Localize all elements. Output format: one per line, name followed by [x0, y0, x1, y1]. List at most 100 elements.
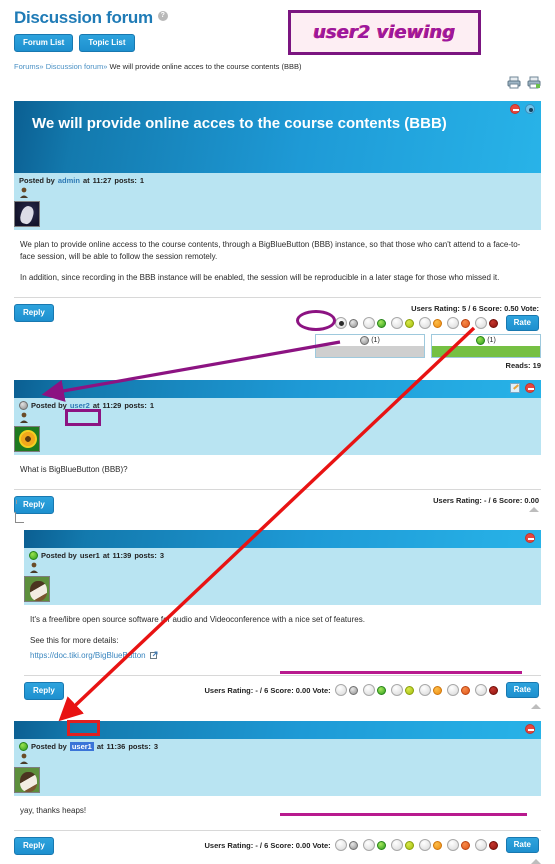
reply-rating-text: Users Rating: - / 6 Score: 0.00 Vote: [204, 840, 331, 850]
vote-radio-5[interactable] [474, 317, 487, 329]
reply-paragraph-1: It's a free/libre open source software f… [30, 615, 365, 624]
vote-radio-1[interactable] [362, 317, 375, 329]
forum-page: Discussion forum ? Forum List Topic List… [0, 0, 555, 864]
vote-radio-3[interactable] [418, 317, 431, 329]
reply-button[interactable]: Reply [24, 682, 64, 700]
posts-label: posts: [124, 401, 147, 410]
at-label: at [82, 176, 90, 185]
collapse-triangle-icon[interactable] [529, 507, 539, 512]
vote-radio-5[interactable] [474, 839, 487, 851]
reply-footer: Reply Users Rating: - / 6 Score: 0.00 Vo… [14, 831, 541, 857]
reply-header [14, 380, 541, 398]
topic-rating-text: Users Rating: 5 / 6 Score: 0.50 Vote: [411, 304, 539, 313]
reply-time: 11:29 [102, 401, 122, 410]
face-red-orange-icon [460, 318, 470, 328]
delete-icon[interactable] [525, 724, 535, 734]
histogram-bucket-gray: (1) [315, 334, 425, 358]
thread-indent-marker [15, 512, 24, 523]
reply-body: yay, thanks heaps! [14, 796, 541, 823]
reply-header-icons [525, 533, 535, 543]
topic-post: We will provide online acces to the cour… [14, 101, 541, 370]
breadcrumb-sep-2: » [103, 62, 108, 71]
avatar [14, 426, 40, 452]
collapse-triangle-icon[interactable] [531, 704, 541, 709]
topic-meta-line: Posted by admin at 11:27 posts: 1 [19, 176, 486, 185]
reply-meta-line: Posted by user1 at 11:36 posts: 3 [19, 742, 486, 751]
reply-time: 11:39 [112, 551, 132, 560]
breadcrumb-forums[interactable]: Forums [14, 62, 39, 71]
delete-icon[interactable] [525, 383, 535, 393]
face-green-icon [376, 685, 386, 695]
forum-list-button[interactable]: Forum List [14, 34, 74, 52]
external-link-icon[interactable] [149, 651, 158, 659]
rate-button[interactable]: Rate [505, 837, 539, 853]
reply-footer: Reply Users Rating: - / 6 Score: 0.00 Vo… [24, 676, 541, 702]
histogram-bucket-green: (1) [431, 334, 541, 358]
posted-by-label: Posted by [31, 742, 67, 751]
face-orange-icon [432, 318, 442, 328]
edit-icon[interactable] [510, 383, 520, 393]
vote-radio-3[interactable] [418, 839, 431, 851]
watch-eye-icon[interactable] [525, 104, 535, 114]
topic-body: We plan to provide online access to the … [14, 230, 541, 290]
avatar [14, 767, 40, 793]
face-gray-icon [360, 336, 370, 345]
reply-post: Posted by user2 at 11:29 posts: 1 What i… [14, 380, 541, 516]
user-badge-icon [20, 753, 28, 764]
delete-icon[interactable] [510, 104, 520, 114]
face-dark-red-icon [488, 840, 498, 850]
vote-radio-1[interactable] [362, 684, 375, 696]
face-gray-icon [348, 685, 358, 695]
page-title: Discussion forum [14, 8, 153, 27]
reply-post-count: 3 [153, 742, 158, 751]
face-orange-icon [432, 685, 442, 695]
topic-author-link[interactable]: admin [58, 176, 80, 185]
reply-post: Posted by user1 at 11:36 posts: 3 yay, t… [14, 721, 541, 864]
topic-time: 11:27 [92, 176, 112, 185]
reply-author[interactable]: user1 [69, 742, 94, 751]
vote-radio-2[interactable] [390, 317, 403, 329]
rate-button[interactable]: Rate [505, 682, 539, 698]
reply-author[interactable]: user1 [80, 551, 100, 560]
at-label: at [92, 401, 100, 410]
collapse-triangle-icon[interactable] [531, 859, 541, 864]
annotation-user2-viewing: user2 viewing [288, 10, 481, 55]
face-gray-icon [348, 840, 358, 850]
vote-radio-4[interactable] [446, 684, 459, 696]
reply-meta: Posted by user2 at 11:29 posts: 1 [14, 398, 541, 455]
face-green-icon [376, 318, 386, 328]
reply-button[interactable]: Reply [14, 837, 54, 855]
reply-button[interactable]: Reply [14, 304, 54, 322]
reply-author-link[interactable]: user2 [70, 401, 90, 410]
topic-vote-widget: Rate [334, 315, 539, 331]
vote-radio-5[interactable] [474, 684, 487, 696]
reply-rating-text: Users Rating: - / 6 Score: 0.00 [433, 496, 539, 505]
vote-radio-4[interactable] [446, 317, 459, 329]
topic-header-icons [510, 104, 535, 114]
vote-radio-4[interactable] [446, 839, 459, 851]
reply-body: It's a free/libre open source software f… [24, 605, 541, 668]
at-label: at [96, 742, 104, 751]
face-yellow-green-icon [404, 685, 414, 695]
reply-rating-text: Users Rating: - / 6 Score: 0.00 Vote: [204, 685, 331, 695]
reply-vote-widget: Rate [334, 682, 539, 698]
print-to-pdf-icon[interactable] [527, 76, 541, 89]
histogram-count-green: (1) [487, 337, 496, 344]
print-icon[interactable] [507, 76, 521, 89]
delete-icon[interactable] [525, 533, 535, 543]
reply-meta-line: Posted by user2 at 11:29 posts: 1 [19, 401, 486, 410]
reply-footer: Reply Users Rating: - / 6 Score: 0.00 [14, 490, 541, 516]
help-icon[interactable]: ? [157, 11, 168, 21]
breadcrumb-discussion-forum[interactable]: Discussion forum [46, 62, 104, 71]
vote-radio-0[interactable] [334, 317, 347, 329]
rate-button[interactable]: Rate [505, 315, 539, 331]
vote-radio-2[interactable] [390, 839, 403, 851]
histogram-bar-gray [316, 346, 424, 357]
vote-radio-2[interactable] [390, 684, 403, 696]
vote-radio-0[interactable] [334, 684, 347, 696]
external-link[interactable]: https://doc.tiki.org/BigBlueButton [30, 651, 146, 660]
vote-radio-0[interactable] [334, 839, 347, 851]
vote-radio-3[interactable] [418, 684, 431, 696]
vote-radio-1[interactable] [362, 839, 375, 851]
topic-list-button[interactable]: Topic List [79, 34, 135, 52]
